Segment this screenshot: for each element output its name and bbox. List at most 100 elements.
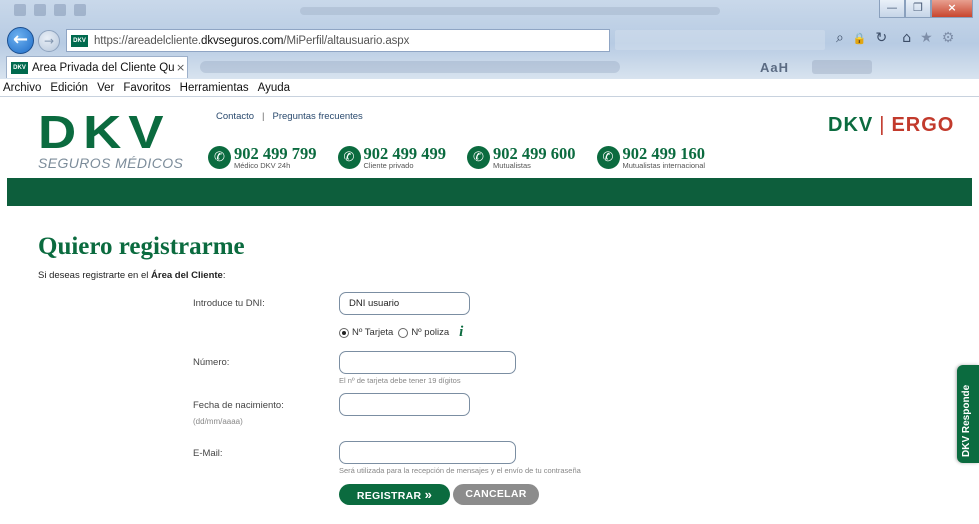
phone-number: 902 499 160	[622, 144, 706, 163]
page-content: DKV SEGUROS MÉDICOS Contacto | Preguntas f…	[0, 97, 979, 524]
side-tab-label: DKV Responde	[961, 384, 972, 457]
phone-item: ✆ 902 499 799 Médico DKV 24h	[208, 144, 317, 170]
browser-chrome: — ❐ × ← → DKV https://areadelcliente.dkv…	[0, 0, 979, 79]
double-chevron-icon: »	[424, 487, 433, 502]
email-hint: Será utilizada para la recepción de mens…	[339, 466, 581, 475]
address-tools: ⌕ 🔒 ↻ ⌂ ★ ⚙	[836, 30, 954, 46]
close-window-button[interactable]: ×	[931, 0, 973, 18]
page-title: Quiero registrarme	[38, 233, 245, 260]
search-icon[interactable]: ⌕	[836, 30, 844, 46]
window-controls: — ❐ ×	[879, 0, 973, 18]
brand-separator: |	[879, 114, 886, 136]
intro-bold: Área del Cliente	[151, 270, 223, 281]
maximize-button[interactable]: ❐	[905, 0, 931, 18]
home-icon[interactable]: ⌂	[902, 30, 911, 46]
dni-input[interactable]: DNI usuario	[339, 292, 470, 315]
number-input[interactable]	[339, 351, 516, 374]
intro-text: Si deseas registrarte en el Área del Cli…	[38, 270, 225, 281]
menu-herramientas[interactable]: Herramientas	[180, 82, 249, 94]
minimize-button[interactable]: —	[879, 0, 905, 18]
phone-number: 902 499 600	[493, 144, 576, 163]
toolbar-blurred-area	[200, 61, 620, 73]
tab-favicon-icon: DKV	[11, 61, 28, 74]
contact-link[interactable]: Contacto	[216, 111, 254, 122]
birthdate-format-hint: (dd/mm/aaaa)	[193, 417, 243, 426]
address-url[interactable]: https://areadelcliente.dkvseguros.com/Mi…	[94, 35, 409, 47]
refresh-icon[interactable]: ↻	[876, 30, 888, 46]
number-hint: El nº de tarjeta debe tener 19 dígitos	[339, 376, 461, 385]
phone-number: 902 499 499	[363, 144, 447, 163]
dkv-responde-side-tab[interactable]: DKV Responde	[957, 365, 979, 463]
back-button[interactable]: ←	[7, 27, 34, 54]
phone-label: Cliente privado	[363, 161, 414, 170]
id-type-radio-group: Nº Tarjeta Nº poliza i	[339, 324, 463, 341]
number-label: Número:	[193, 357, 230, 368]
phone-icon: ✆	[467, 146, 490, 169]
menu-favoritos[interactable]: Favoritos	[123, 82, 170, 94]
phone-label: Mutualistas	[493, 161, 531, 170]
phone-item: ✆ 902 499 160 Mutualistas internacional	[596, 144, 706, 170]
navigation-bar: ← → DKV https://areadelcliente.dkvseguro…	[0, 24, 979, 56]
phone-icon: ✆	[208, 146, 231, 169]
radio-policy-label[interactable]: Nº poliza	[411, 327, 449, 338]
favorites-star-icon[interactable]: ★	[920, 30, 933, 46]
radio-card-label[interactable]: Nº Tarjeta	[352, 327, 393, 338]
cancel-button[interactable]: CANCELAR	[453, 484, 539, 505]
dkv-ergo-brand[interactable]: DKV | ERGO	[828, 114, 954, 137]
phone-icon: ✆	[337, 146, 361, 169]
phone-label: Mutualistas internacional	[622, 161, 706, 170]
phone-item: ✆ 902 499 600 Mutualistas	[467, 144, 576, 170]
phone-label: Médico DKV 24h	[234, 161, 291, 170]
faq-link[interactable]: Preguntas frecuentes	[273, 111, 363, 122]
dni-label: Introduce tu DNI:	[193, 298, 265, 309]
settings-gear-icon[interactable]: ⚙	[942, 30, 955, 46]
faded-toolbar-text: AaH	[760, 60, 790, 75]
browser-tab[interactable]: DKV Área Privada del Cliente Qu... ×	[6, 56, 188, 78]
phone-icon: ✆	[596, 146, 620, 169]
register-button[interactable]: REGISTRAR »	[339, 484, 450, 505]
navigation-band	[7, 178, 972, 206]
email-label: E-Mail:	[193, 448, 223, 459]
header-links: Contacto | Preguntas frecuentes	[216, 111, 363, 122]
phone-number: 902 499 799	[234, 144, 317, 163]
quick-access-icons	[14, 4, 86, 16]
lock-icon[interactable]: 🔒	[853, 32, 867, 45]
menu-ayuda[interactable]: Ayuda	[258, 82, 290, 94]
radio-card[interactable]	[339, 327, 349, 338]
faded-toolbar-button	[812, 60, 872, 74]
window-title-blurred	[300, 7, 720, 15]
menu-bar: Archivo Edición Ver Favoritos Herramient…	[0, 79, 979, 97]
radio-policy[interactable]	[398, 327, 409, 338]
menu-edicion[interactable]: Edición	[50, 82, 88, 94]
tab-strip: DKV Área Privada del Cliente Qu... × AaH	[0, 56, 979, 79]
logo-wordmark: DKV	[38, 106, 171, 158]
intro-prefix: Si deseas registrarte en el	[38, 270, 152, 281]
redo-icon[interactable]	[74, 4, 86, 16]
tab-close-icon[interactable]: ×	[176, 61, 185, 74]
register-label: REGISTRAR	[356, 490, 422, 502]
undo-icon[interactable]	[54, 4, 66, 16]
intro-suffix: :	[222, 270, 226, 281]
phone-item: ✆ 902 499 499 Cliente privado	[337, 144, 447, 170]
title-bar: — ❐ ×	[0, 0, 979, 22]
dkv-logo[interactable]: DKV SEGUROS MÉDICOS	[38, 109, 183, 171]
menu-ver[interactable]: Ver	[97, 82, 114, 94]
birthdate-input[interactable]	[339, 393, 470, 416]
birthdate-label: Fecha de nacimiento:	[193, 400, 284, 411]
email-input[interactable]	[339, 441, 516, 464]
info-icon[interactable]: i	[459, 324, 463, 341]
address-bar-blurred-area	[615, 30, 825, 50]
site-favicon-icon: DKV	[71, 34, 88, 47]
app-icon	[14, 4, 26, 16]
url-domain: dkvseguros.com	[201, 34, 284, 47]
forward-button[interactable]: →	[38, 30, 60, 52]
brand-ergo: ERGO	[891, 114, 955, 136]
brand-dkv: DKV	[828, 114, 874, 136]
save-icon[interactable]	[34, 4, 46, 16]
tab-title: Área Privada del Cliente Qu...	[32, 61, 174, 74]
address-bar[interactable]: DKV https://areadelcliente.dkvseguros.co…	[66, 29, 610, 52]
url-path: /MiPerfil/altausuario.aspx	[283, 34, 410, 47]
menu-archivo[interactable]: Archivo	[3, 82, 41, 94]
phone-list: ✆ 902 499 799 Médico DKV 24h ✆ 902 499 4…	[208, 144, 726, 170]
url-prefix: https://areadelcliente.	[94, 34, 202, 47]
